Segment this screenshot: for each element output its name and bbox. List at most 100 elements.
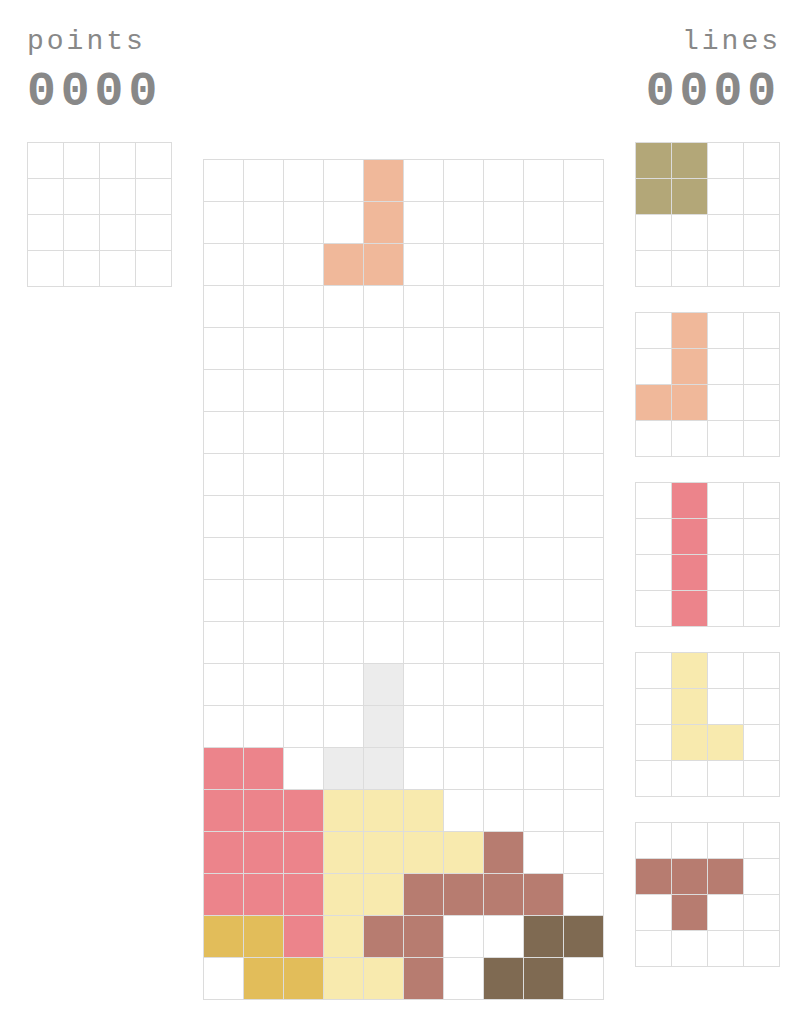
board-cell — [564, 748, 604, 790]
preview-cell — [744, 349, 780, 385]
board-cell — [364, 370, 404, 412]
board-cell — [524, 580, 564, 622]
board-cell — [284, 958, 324, 1000]
preview-cell — [708, 251, 744, 287]
board-cell — [324, 496, 364, 538]
board-cell — [444, 706, 484, 748]
board-cell — [404, 286, 444, 328]
board-cell — [204, 748, 244, 790]
preview-cell — [636, 823, 672, 859]
board-cell — [484, 328, 524, 370]
points-label: points — [27, 22, 203, 62]
board-cell — [284, 832, 324, 874]
board-cell — [364, 706, 404, 748]
board-cell — [404, 790, 444, 832]
preview-cell — [744, 689, 780, 725]
preview-cell — [636, 215, 672, 251]
preview-cell — [708, 591, 744, 627]
preview-cell — [744, 859, 780, 895]
preview-cell — [672, 349, 708, 385]
preview-cell — [64, 215, 100, 251]
game-board[interactable] — [203, 159, 604, 1000]
board-cell — [324, 412, 364, 454]
preview-cell — [708, 385, 744, 421]
board-cell — [484, 832, 524, 874]
board-cell — [524, 286, 564, 328]
board-cell — [564, 160, 604, 202]
preview-cell — [636, 725, 672, 761]
board-cell — [484, 664, 524, 706]
board-cell — [404, 580, 444, 622]
board-cell — [404, 412, 444, 454]
preview-cell — [708, 725, 744, 761]
board-cell — [244, 832, 284, 874]
preview-cell — [672, 653, 708, 689]
preview-cell — [100, 215, 136, 251]
board-cell — [204, 328, 244, 370]
board-cell — [324, 160, 364, 202]
board-cell — [244, 622, 284, 664]
board-cell — [444, 496, 484, 538]
preview-cell — [672, 143, 708, 179]
board-cell — [444, 370, 484, 412]
board-cell — [324, 580, 364, 622]
board-cell — [564, 790, 604, 832]
preview-cell — [708, 761, 744, 797]
board-cell — [524, 874, 564, 916]
preview-cell — [672, 313, 708, 349]
board-cell — [564, 580, 604, 622]
board-cell — [404, 370, 444, 412]
preview-cell — [744, 179, 780, 215]
board-cell — [364, 916, 404, 958]
board-cell — [204, 370, 244, 412]
board-cell — [364, 622, 404, 664]
preview-cell — [636, 689, 672, 725]
preview-cell — [708, 215, 744, 251]
board-cell — [484, 916, 524, 958]
preview-cell — [708, 179, 744, 215]
board-cell — [484, 538, 524, 580]
board-cell — [444, 244, 484, 286]
board-cell — [524, 748, 564, 790]
lines-value: 0000 — [646, 62, 781, 122]
preview-cell — [136, 179, 172, 215]
board-cell — [244, 454, 284, 496]
board-cell — [444, 328, 484, 370]
preview-cell — [708, 483, 744, 519]
preview-cell — [672, 421, 708, 457]
preview-cell — [672, 689, 708, 725]
board-cell — [564, 958, 604, 1000]
board-cell — [284, 328, 324, 370]
preview-cell — [744, 385, 780, 421]
preview-cell — [708, 895, 744, 931]
board-cell — [564, 328, 604, 370]
board-cell — [484, 622, 524, 664]
board-cell — [444, 202, 484, 244]
board-cell — [324, 664, 364, 706]
points-value: 0000 — [27, 62, 203, 122]
preview-cell — [672, 725, 708, 761]
board-cell — [404, 916, 444, 958]
board-cell — [364, 496, 404, 538]
board-cell — [484, 202, 524, 244]
preview-cell — [744, 251, 780, 287]
preview-cell — [672, 591, 708, 627]
preview-cell — [100, 143, 136, 179]
board-cell — [524, 706, 564, 748]
preview-cell — [136, 251, 172, 287]
board-cell — [404, 832, 444, 874]
board-cell — [324, 706, 364, 748]
board-cell — [444, 664, 484, 706]
board-cell — [204, 706, 244, 748]
board-cell — [524, 370, 564, 412]
preview-cell — [672, 931, 708, 967]
board-cell — [404, 454, 444, 496]
preview-cell — [744, 591, 780, 627]
board-cell — [364, 790, 404, 832]
preview-cell — [64, 179, 100, 215]
board-cell — [364, 286, 404, 328]
board-cell — [404, 328, 444, 370]
next-piece-box — [635, 482, 780, 627]
tetris-app: points0000lines0000 — [0, 0, 804, 1030]
preview-cell — [744, 931, 780, 967]
